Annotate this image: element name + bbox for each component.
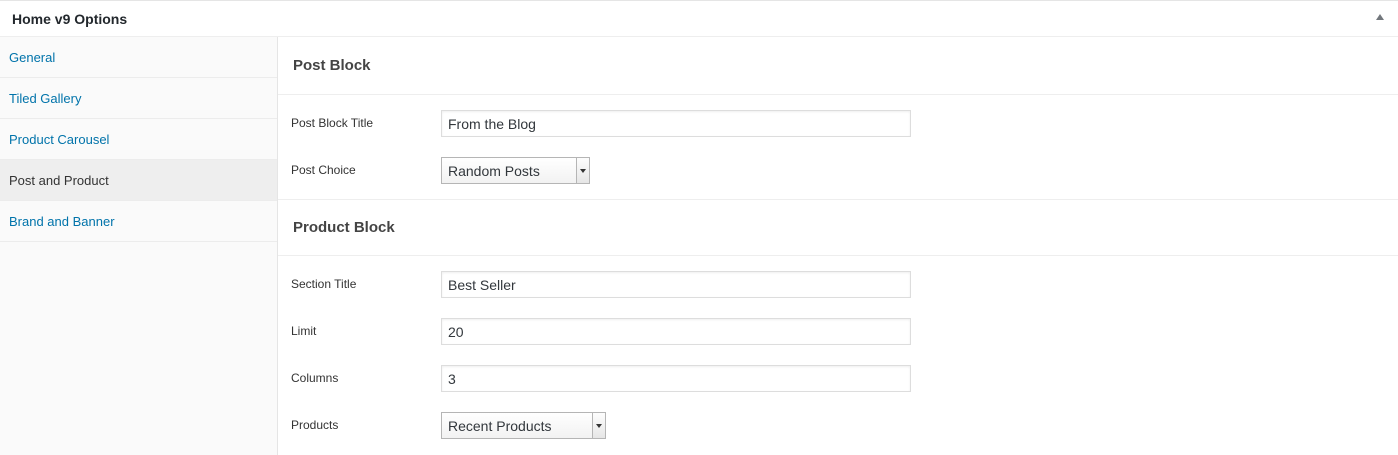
post-block-heading: Post Block	[293, 57, 371, 74]
post-block-title-input[interactable]	[441, 110, 911, 137]
tab-post-and-product[interactable]: Post and Product	[0, 160, 277, 201]
products-select[interactable]: Recent Products	[441, 412, 606, 439]
products-value: Recent Products	[448, 418, 552, 434]
product-block-heading: Product Block	[293, 219, 395, 236]
chevron-down-icon	[580, 169, 586, 173]
divider	[278, 94, 1398, 95]
products-label: Products	[291, 418, 339, 432]
tab-tiled-gallery[interactable]: Tiled Gallery	[0, 78, 277, 119]
chevron-down-icon	[596, 424, 602, 428]
divider	[278, 255, 1398, 256]
dropdown-button[interactable]	[592, 413, 605, 438]
panel-title: Home v9 Options	[12, 11, 128, 27]
post-choice-label: Post Choice	[291, 163, 356, 177]
columns-input[interactable]	[441, 365, 911, 392]
divider	[278, 199, 1398, 200]
columns-label: Columns	[291, 371, 339, 385]
tab-brand-and-banner[interactable]: Brand and Banner	[0, 201, 277, 242]
section-title-input[interactable]	[441, 271, 911, 298]
options-sidebar: General Tiled Gallery Product Carousel P…	[0, 37, 278, 455]
section-title-label: Section Title	[291, 277, 357, 291]
post-choice-value: Random Posts	[448, 163, 540, 179]
limit-label: Limit	[291, 324, 317, 338]
tab-general[interactable]: General	[0, 37, 277, 78]
options-content: Post Block Post Block Title Post Choice …	[278, 37, 1398, 455]
post-choice-select[interactable]: Random Posts	[441, 157, 590, 184]
tab-product-carousel[interactable]: Product Carousel	[0, 119, 277, 160]
post-block-title-label: Post Block Title	[291, 116, 374, 130]
limit-input[interactable]	[441, 318, 911, 345]
options-panel: Home v9 Options General Tiled Gallery Pr…	[0, 0, 1398, 455]
collapse-arrow-icon[interactable]	[1376, 14, 1384, 20]
dropdown-button[interactable]	[576, 158, 589, 183]
panel-header[interactable]: Home v9 Options	[0, 1, 1398, 37]
